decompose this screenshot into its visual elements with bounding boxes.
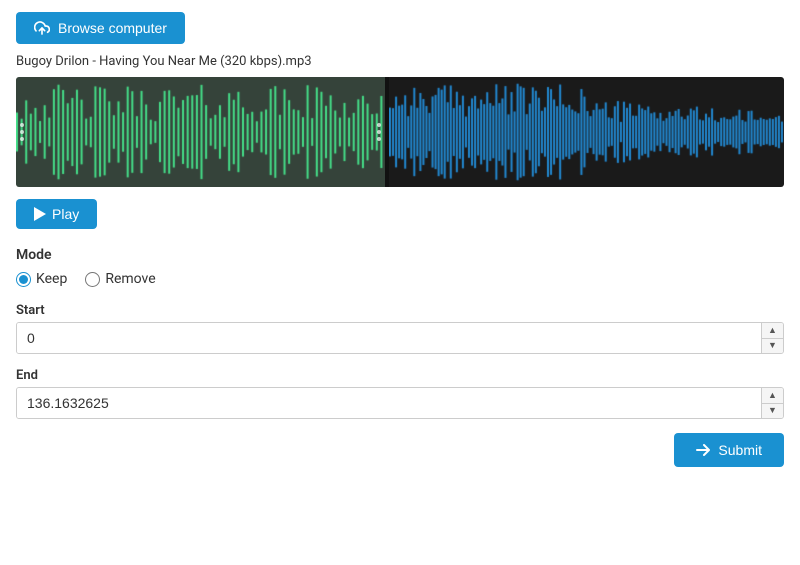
waveform-container[interactable] — [16, 77, 784, 187]
end-label: End — [16, 368, 784, 383]
arrow-icon — [696, 444, 710, 456]
start-decrement-button[interactable]: ▼ — [762, 339, 783, 354]
start-spinner-buttons: ▲ ▼ — [761, 323, 783, 353]
waveform-blue-region — [389, 77, 784, 187]
end-decrement-button[interactable]: ▼ — [762, 404, 783, 419]
mode-remove-option[interactable]: Remove — [85, 271, 155, 287]
play-icon — [34, 207, 46, 221]
start-section: Start ▲ ▼ — [16, 303, 784, 354]
mode-keep-radio[interactable] — [16, 272, 31, 287]
mode-remove-radio[interactable] — [85, 272, 100, 287]
right-drag-handle[interactable] — [377, 123, 381, 141]
submit-label: Submit — [718, 442, 762, 458]
end-section: End ▲ ▼ — [16, 368, 784, 419]
play-button[interactable]: Play — [16, 199, 97, 229]
waveform-green-canvas — [16, 77, 385, 187]
upload-icon — [34, 20, 50, 36]
start-label: Start — [16, 303, 784, 318]
mode-section: Mode Keep Remove — [16, 247, 784, 287]
start-input[interactable] — [17, 323, 761, 353]
submit-row: Submit — [16, 433, 784, 467]
waveform-divider — [385, 77, 389, 187]
mode-radio-group: Keep Remove — [16, 271, 784, 287]
mode-remove-label: Remove — [105, 271, 155, 287]
end-spinner-buttons: ▲ ▼ — [761, 388, 783, 418]
mode-keep-label: Keep — [36, 271, 67, 287]
browse-label: Browse computer — [58, 20, 167, 36]
mode-label: Mode — [16, 247, 784, 263]
end-input[interactable] — [17, 388, 761, 418]
end-spinner-wrap: ▲ ▼ — [16, 387, 784, 419]
waveform-blue-canvas — [389, 77, 784, 187]
play-label: Play — [52, 206, 79, 222]
submit-button[interactable]: Submit — [674, 433, 784, 467]
start-increment-button[interactable]: ▲ — [762, 323, 783, 339]
waveform-green-region — [16, 77, 385, 187]
file-name: Bugoy Drilon - Having You Near Me (320 k… — [16, 54, 784, 69]
end-increment-button[interactable]: ▲ — [762, 388, 783, 404]
start-spinner-wrap: ▲ ▼ — [16, 322, 784, 354]
left-drag-handle[interactable] — [20, 123, 24, 141]
mode-keep-option[interactable]: Keep — [16, 271, 67, 287]
browse-button[interactable]: Browse computer — [16, 12, 185, 44]
